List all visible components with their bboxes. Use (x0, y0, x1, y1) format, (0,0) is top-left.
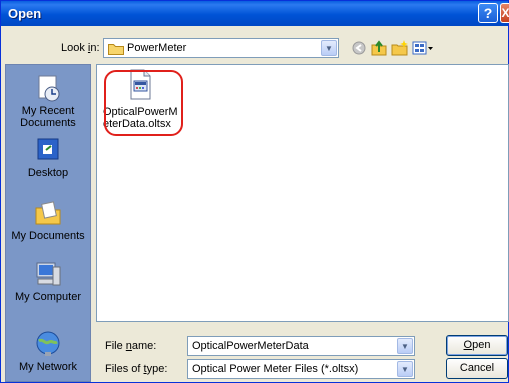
window-title: Open (8, 6, 42, 21)
file-type-value: Optical Power Meter Files (*.oltsx) (192, 363, 359, 375)
file-name-label: File name: (105, 340, 157, 352)
look-in-label: Look in: (61, 42, 100, 54)
place-label: My Computer (14, 291, 82, 303)
views-icon[interactable] (412, 39, 434, 57)
look-in-value: PowerMeter (127, 42, 187, 54)
close-button[interactable]: X (500, 3, 509, 23)
my-documents-icon (35, 201, 61, 225)
open-button[interactable]: Open (446, 335, 508, 356)
place-label: My Network (18, 361, 78, 373)
chevron-down-icon[interactable]: ▼ (397, 361, 413, 377)
chevron-down-icon[interactable]: ▼ (397, 338, 413, 354)
open-dialog: Open ? X Look in: PowerMeter ▼ My Recent… (0, 0, 509, 383)
file-name-value: OpticalPowerMeterData (192, 340, 309, 352)
help-button[interactable]: ? (478, 3, 498, 23)
place-desktop[interactable]: Desktop (6, 135, 90, 179)
file-type-label: Files of type: (105, 363, 168, 375)
place-my-recent-documents[interactable]: My Recent Documents (6, 73, 90, 129)
desktop-icon (37, 138, 59, 160)
my-computer-icon (36, 262, 61, 286)
recent-documents-icon (38, 75, 60, 102)
chevron-down-icon[interactable]: ▼ (321, 40, 337, 56)
back-icon[interactable] (350, 39, 368, 57)
place-my-documents[interactable]: My Documents (6, 198, 90, 242)
new-folder-icon[interactable] (391, 39, 409, 57)
place-label: My Recent Documents (20, 105, 76, 129)
place-my-computer[interactable]: My Computer (6, 259, 90, 303)
look-in-combo[interactable]: PowerMeter ▼ (103, 38, 339, 58)
my-network-icon (36, 331, 60, 356)
file-type-combo[interactable]: Optical Power Meter Files (*.oltsx) ▼ (187, 359, 415, 379)
place-label: Desktop (27, 167, 69, 179)
folder-icon (108, 44, 124, 55)
place-my-network[interactable]: My Network (6, 329, 90, 373)
cancel-button[interactable]: Cancel (446, 358, 508, 379)
title-bar[interactable]: Open ? X (1, 1, 509, 26)
highlight-annotation (104, 70, 183, 136)
file-name-combo[interactable]: OpticalPowerMeterData ▼ (187, 336, 415, 356)
up-folder-icon[interactable] (370, 39, 388, 57)
place-label: My Documents (11, 230, 85, 242)
places-bar: My Recent Documents Desktop My Documents (5, 64, 91, 382)
